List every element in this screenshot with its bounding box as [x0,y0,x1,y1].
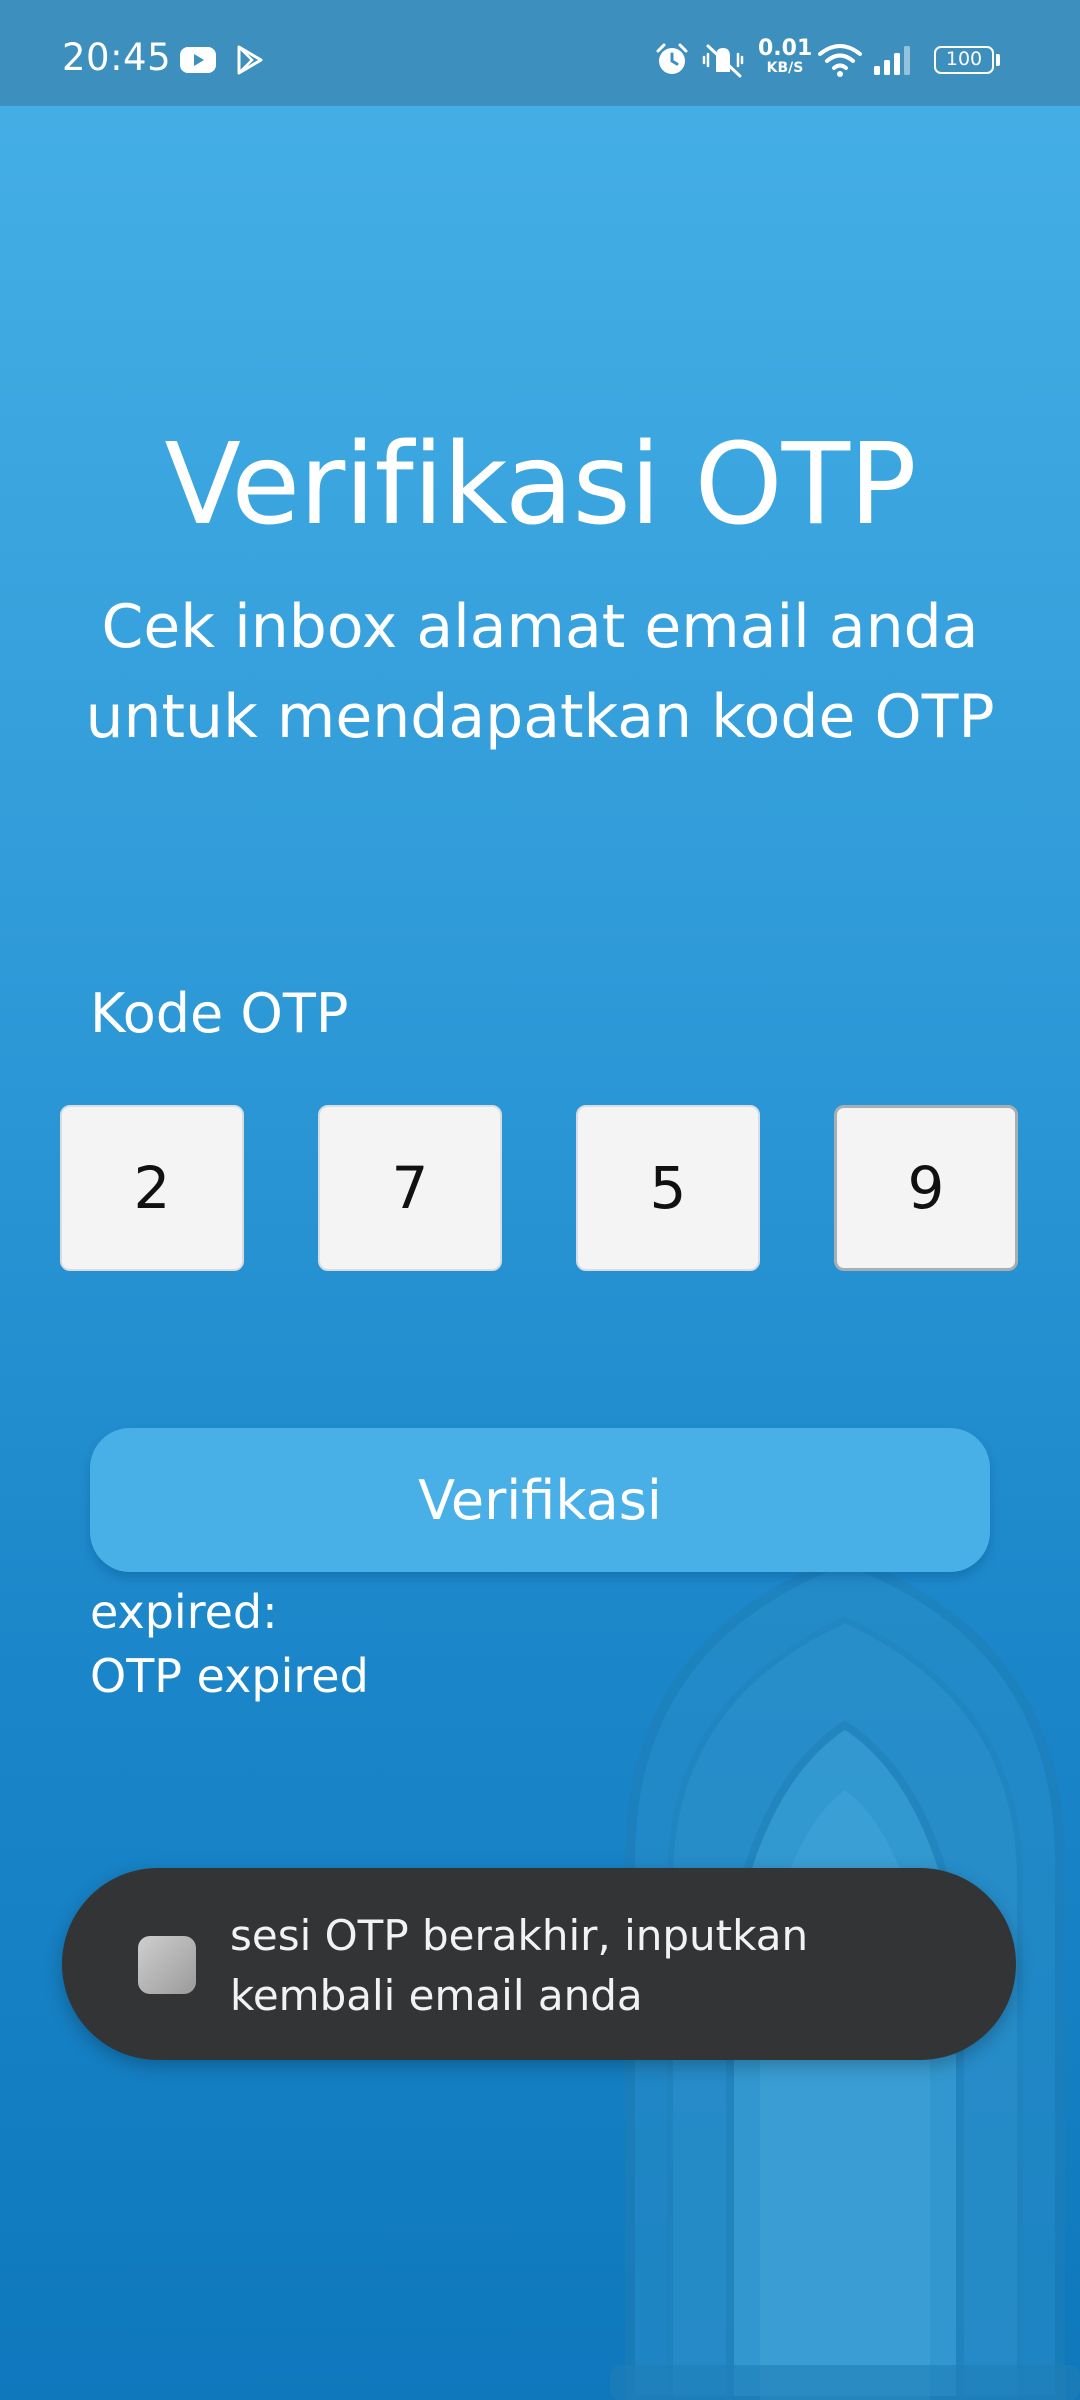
battery-icon: 100 [934,46,994,74]
page-title: Verifikasi OTP [164,420,916,550]
signal-icon [872,44,916,80]
battery-tip [996,54,1000,66]
otp-digit-4[interactable] [834,1105,1018,1271]
otp-verification-screen: 20:45 0.01 KB/S 100 Verifikasi OTP Cek i… [0,0,1080,2400]
youtube-icon [180,46,216,78]
otp-digit-1[interactable] [60,1105,244,1271]
toast-notification: sesi OTP berakhir, inputkan kembali emai… [62,1868,1016,2060]
network-speed-unit: KB/S [766,60,804,76]
app-icon [138,1936,196,1994]
network-speed-value: 0.01 [758,36,813,61]
verify-button[interactable]: Verifikasi [90,1428,990,1572]
otp-status-message: OTP expired [90,1649,369,1703]
alarm-icon [654,42,690,82]
otp-label: Kode OTP [90,982,349,1045]
otp-digit-3[interactable] [576,1105,760,1271]
otp-input-group [60,1105,1020,1271]
toast-message: sesi OTP berakhir, inputkan kembali emai… [230,1911,809,2020]
page-subtitle: Cek inbox alamat email anda untuk mendap… [85,592,995,752]
mute-vibrate-icon [700,42,746,82]
otp-digit-2[interactable] [318,1105,502,1271]
otp-status: expired: OTP expired [90,1580,369,1708]
network-speed: 0.01 KB/S [758,36,813,76]
status-time: 20:45 [62,36,172,79]
play-store-icon [234,44,266,80]
status-bar: 20:45 0.01 KB/S 100 [0,0,1080,106]
otp-status-label: expired: [90,1585,278,1639]
wifi-icon [818,42,862,82]
